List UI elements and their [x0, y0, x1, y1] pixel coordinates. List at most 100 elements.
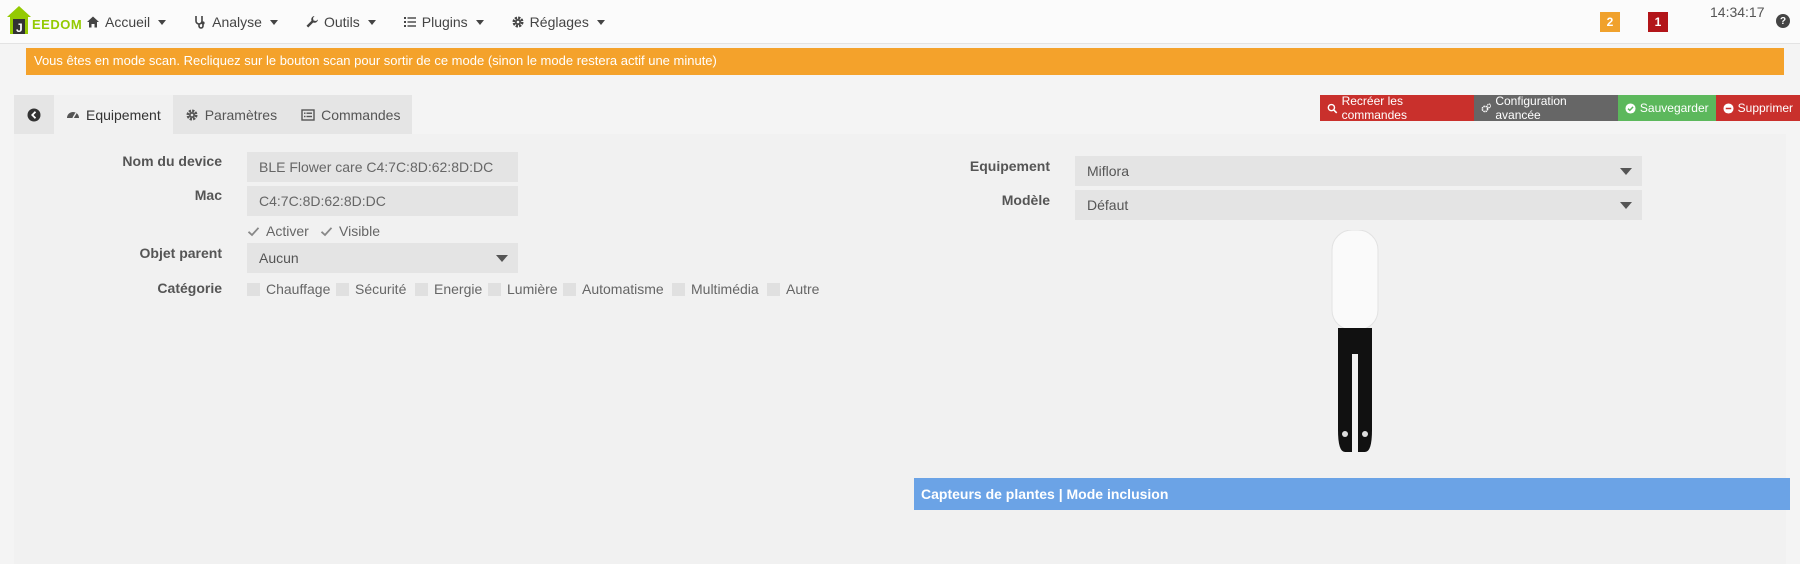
cog-icon: [186, 109, 198, 121]
category-multimedia[interactable]: Multimédia: [672, 281, 759, 297]
checkbox-box: [672, 282, 685, 296]
checkbox-box: [336, 282, 349, 296]
tab-equipement[interactable]: Equipement: [54, 95, 173, 135]
button-label: Sauvegarder: [1639, 101, 1709, 115]
recreate-commands-button[interactable]: Recréer les commandes: [1320, 94, 1474, 122]
checkbox-label: Sécurité: [355, 281, 407, 297]
category-chauffage[interactable]: Chauffage: [247, 281, 330, 297]
checkbox-label: Visible: [339, 223, 380, 239]
chevron-down-icon: [367, 19, 376, 25]
category-lumiere[interactable]: Lumière: [488, 281, 558, 297]
check-icon: [247, 226, 260, 236]
checkbox-box: [563, 282, 576, 296]
list-alt-icon: [301, 109, 315, 121]
checkbox-label: Energie: [434, 281, 483, 297]
nav-reglages[interactable]: Réglages: [511, 14, 605, 30]
search-icon: [1327, 103, 1338, 113]
dropdown-arrow-icon: [1620, 202, 1632, 209]
model-label: Modèle: [1001, 192, 1050, 208]
alert-badge-orange[interactable]: 2: [1600, 12, 1620, 32]
minus-circle-icon: [1723, 102, 1734, 114]
checkbox-label: Chauffage: [266, 281, 331, 297]
advanced-config-button[interactable]: Configuration avancée: [1473, 94, 1618, 122]
miflora-sensor-image: [1331, 230, 1379, 452]
check-icon: [320, 226, 333, 236]
nav-outils[interactable]: Outils: [305, 14, 376, 30]
mac-label: Mac: [194, 187, 222, 203]
save-button[interactable]: Sauvegarder: [1617, 95, 1716, 121]
category-energie[interactable]: Energie: [415, 281, 482, 297]
svg-text:J: J: [16, 21, 23, 35]
parent-object-select[interactable]: Aucun: [247, 243, 518, 273]
tab-label: Equipement: [86, 106, 161, 123]
mac-input[interactable]: C4:7C:8D:62:8D:DC: [247, 186, 518, 216]
equipment-tabs: Equipement Paramètres Commandes: [14, 95, 413, 135]
nav-label: Outils: [323, 14, 360, 30]
select-value: Aucun: [259, 250, 299, 266]
delete-button[interactable]: Supprimer: [1715, 95, 1800, 121]
checkbox-box: [247, 282, 260, 296]
checkbox-box: [767, 282, 780, 296]
checkbox-label: Autre: [786, 281, 820, 297]
nav-label: Accueil: [105, 14, 151, 30]
checkbox-label: Automatisme: [582, 281, 664, 297]
tab-commandes[interactable]: Commandes: [289, 95, 413, 135]
chevron-down-icon: [475, 19, 484, 25]
device-name-input[interactable]: BLE Flower care C4:7C:8D:62:8D:DC: [247, 152, 518, 182]
help-icon[interactable]: ?: [1776, 14, 1790, 28]
category-autre[interactable]: Autre: [767, 281, 819, 297]
home-icon: [87, 16, 99, 28]
device-name-label: Nom du device: [122, 153, 222, 169]
alert-badge-red[interactable]: 1: [1648, 12, 1668, 32]
nav-analyse[interactable]: Analyse: [193, 14, 278, 30]
nav-label: Plugins: [421, 14, 468, 30]
category-label: Catégorie: [157, 280, 222, 296]
button-label: Supprimer: [1737, 101, 1793, 115]
visible-checkbox[interactable]: Visible: [320, 223, 380, 239]
checkbox-box: [488, 282, 501, 296]
chevron-down-icon: [596, 19, 605, 25]
arrow-circle-left-icon: [27, 108, 41, 122]
dropdown-arrow-icon: [1620, 168, 1632, 175]
jeedom-logo[interactable]: J EEDOM: [6, 4, 82, 38]
nav-accueil[interactable]: Accueil: [86, 14, 167, 30]
tab-label: Commandes: [321, 107, 401, 123]
equipment-type-label: Equipement: [969, 158, 1050, 174]
cogs-icon: [1481, 102, 1492, 112]
plant-sensor-info-bar: Capteurs de plantes | Mode inclusion: [914, 478, 1790, 510]
house-logo-icon: J: [7, 6, 31, 35]
button-label: Configuration avancée: [1495, 94, 1567, 122]
list-icon: [403, 17, 416, 27]
chevron-down-icon: [158, 19, 167, 25]
gear-icon: [512, 16, 524, 28]
tab-label: Paramètres: [204, 107, 278, 123]
model-select[interactable]: Défaut: [1075, 190, 1642, 220]
clock: 14:34:17: [1710, 4, 1765, 20]
wrench-icon: [306, 16, 318, 28]
activate-checkbox[interactable]: Activer: [247, 223, 309, 239]
checkbox-box: [415, 282, 428, 296]
button-label: Recréer les commandes: [1341, 94, 1407, 122]
category-automatisme[interactable]: Automatisme: [563, 281, 664, 297]
nav-label: Réglages: [529, 14, 589, 30]
nav-label: Analyse: [212, 14, 262, 30]
checkbox-label: Activer: [266, 223, 309, 239]
parent-object-label: Objet parent: [139, 245, 222, 261]
tab-parametres[interactable]: Paramètres: [172, 95, 290, 135]
dropdown-arrow-icon: [496, 255, 508, 262]
select-value: Miflora: [1087, 163, 1130, 179]
checkbox-label: Lumière: [507, 281, 558, 297]
action-buttons: Recréer les commandes Configuration avan…: [1320, 94, 1800, 122]
category-securite[interactable]: Sécurité: [336, 281, 406, 297]
tachometer-icon: [67, 111, 79, 118]
check-circle-icon: [1625, 102, 1636, 114]
scan-mode-banner: Vous êtes en mode scan. Recliquez sur le…: [26, 48, 1784, 75]
stethoscope-icon: [195, 16, 205, 29]
equipment-type-select[interactable]: Miflora: [1075, 156, 1642, 186]
checkbox-label: Multimédia: [691, 281, 759, 297]
back-button[interactable]: [14, 95, 54, 135]
nav-plugins[interactable]: Plugins: [403, 14, 484, 30]
select-value: Défaut: [1087, 197, 1129, 213]
brand-name: EEDOM: [32, 17, 83, 32]
chevron-down-icon: [269, 19, 278, 25]
